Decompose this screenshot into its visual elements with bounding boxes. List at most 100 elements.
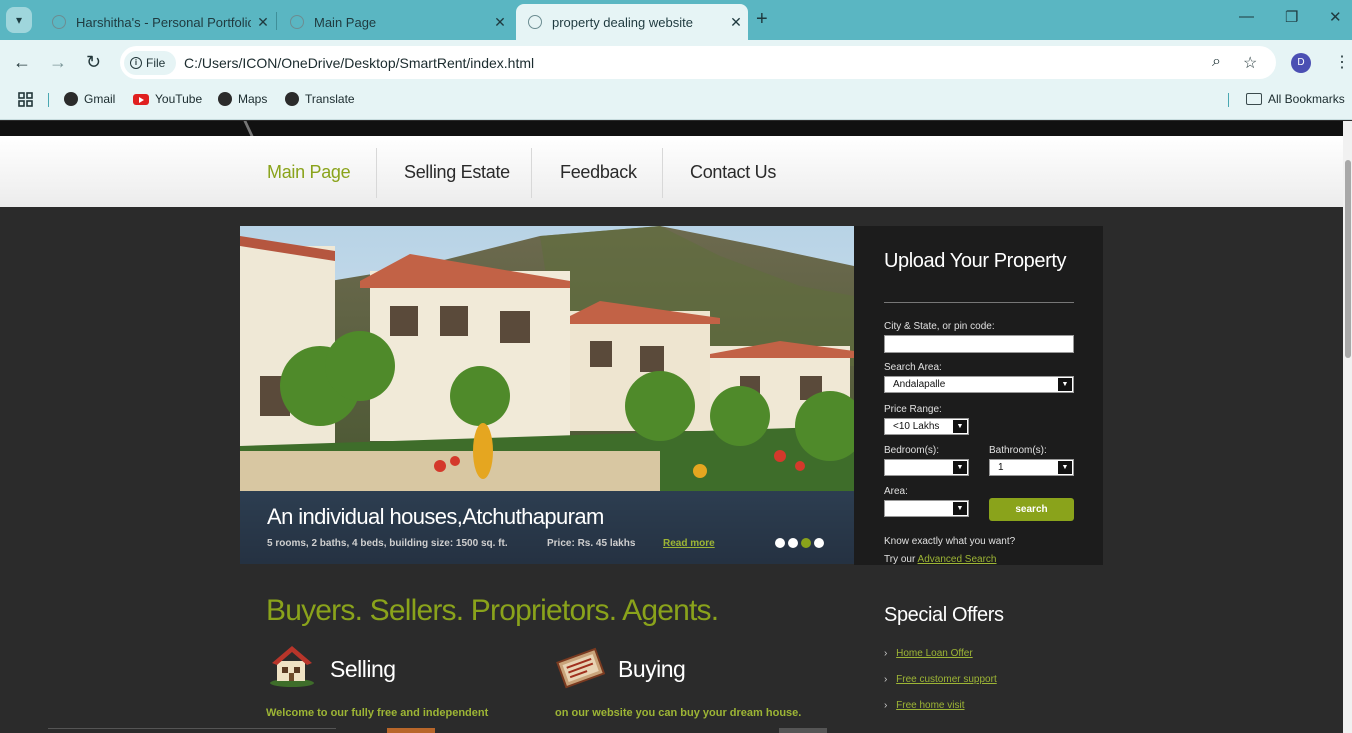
site-nav: Main Page Selling Estate Feedback Contac… (0, 136, 1343, 207)
offer-customer-support-link[interactable]: Free customer support (896, 674, 997, 685)
chevron-down-icon: ▼ (953, 502, 967, 515)
star-icon[interactable]: ☆ (1243, 53, 1257, 73)
chevron-down-icon: ▼ (1058, 461, 1072, 474)
scrollbar-thumb[interactable] (1345, 160, 1351, 358)
chevron-down-icon: ▼ (1058, 378, 1072, 391)
slide-dot[interactable] (814, 538, 824, 548)
slide-caption: An individual houses,Atchuthapuram 5 roo… (240, 491, 854, 564)
nav-main-page[interactable]: Main Page (267, 162, 351, 183)
globe-icon (64, 92, 78, 106)
chevron-right-icon: › (884, 700, 888, 711)
advanced-search-link[interactable]: Advanced Search (918, 554, 997, 565)
city-input[interactable] (884, 335, 1074, 353)
youtube-icon (133, 93, 149, 105)
apps-icon[interactable] (18, 92, 33, 107)
menu-icon[interactable]: ⋮ (1334, 52, 1350, 72)
buying-title: Buying (618, 656, 686, 682)
tab-title: Harshitha's - Personal Portfolio (76, 14, 251, 30)
site-info-chip[interactable]: i File (124, 51, 176, 75)
offer-item: › Free customer support (884, 674, 997, 685)
nav-selling-estate[interactable]: Selling Estate (404, 162, 510, 183)
search-area-label: Search Area: (884, 362, 942, 373)
price-range-label: Price Range: (884, 404, 942, 415)
tab-divider (276, 12, 277, 30)
back-button[interactable]: ← (13, 52, 31, 73)
bookmarks-bar (0, 86, 1352, 120)
tab-title: property dealing website (552, 14, 693, 30)
minimize-button[interactable]: — (1239, 8, 1254, 25)
tab-title: Main Page (314, 14, 377, 30)
bookmark-divider (48, 93, 49, 107)
file-label: File (146, 56, 166, 70)
tab-main-page[interactable]: Main Page ✕ (278, 4, 512, 40)
zoom-icon[interactable]: ⌕ (1212, 53, 1221, 71)
chevron-down-icon: ▼ (953, 461, 967, 474)
bookmark-youtube[interactable]: YouTube (133, 92, 202, 106)
bookmark-translate[interactable]: Translate (285, 92, 355, 106)
nav-divider (531, 148, 532, 198)
chevron-right-icon: › (884, 674, 888, 685)
offer-item: › Free home visit (884, 700, 964, 711)
footer-fragment (779, 728, 827, 733)
tab-property-dealing[interactable]: property dealing website ✕ (516, 4, 748, 40)
offer-home-visit-link[interactable]: Free home visit (896, 700, 964, 711)
house-icon (270, 646, 314, 687)
folder-icon (1246, 93, 1262, 105)
featured-slider[interactable]: An individual houses,Atchuthapuram 5 roo… (240, 226, 854, 564)
nav-contact-us[interactable]: Contact Us (690, 162, 776, 183)
globe-icon (528, 15, 542, 29)
select-value: <10 Lakhs (893, 421, 940, 432)
close-icon[interactable]: ✕ (724, 14, 748, 31)
area-label: Area: (884, 486, 908, 497)
bookmark-divider (1228, 93, 1229, 107)
slide-title: An individual houses,Atchuthapuram (267, 504, 604, 529)
try-label: Try our (884, 554, 916, 565)
profile-avatar[interactable]: D (1291, 53, 1311, 73)
bookmark-gmail[interactable]: Gmail (64, 92, 115, 106)
chevron-down-icon: ▼ (953, 420, 967, 433)
search-button[interactable]: search (989, 498, 1074, 521)
new-tab-button[interactable]: + (756, 8, 768, 31)
read-more-link[interactable]: Read more (663, 538, 715, 549)
select-value: Andalapalle (893, 379, 946, 390)
url-text[interactable]: C:/Users/ICON/OneDrive/Desktop/SmartRent… (184, 55, 534, 71)
globe-icon (52, 15, 66, 29)
price-range-select[interactable]: <10 Lakhs ▼ (884, 418, 969, 435)
close-window-button[interactable]: ✕ (1329, 8, 1342, 26)
nav-divider (662, 148, 663, 198)
bathroom-select[interactable]: 1 ▼ (989, 459, 1074, 476)
bookmark-label: Translate (305, 92, 355, 106)
close-icon[interactable]: ✕ (488, 14, 512, 31)
documents-icon (556, 647, 606, 689)
bedroom-select[interactable]: ▼ (884, 459, 969, 476)
all-bookmarks-label: All Bookmarks (1268, 92, 1345, 106)
slide-dot[interactable] (788, 538, 798, 548)
tab-portfolio[interactable]: Harshitha's - Personal Portfolio ✕ (40, 4, 275, 40)
slide-pagination (775, 538, 824, 548)
upload-title: Upload Your Property (884, 250, 1067, 272)
area-select[interactable]: ▼ (884, 500, 969, 517)
slide-price: Price: Rs. 45 lakhs (547, 538, 636, 549)
bookmark-maps[interactable]: Maps (218, 92, 267, 106)
upload-property-panel: Upload Your Property City & State, or pi… (854, 226, 1103, 565)
restore-button[interactable]: ❐ (1285, 8, 1298, 26)
city-label: City & State, or pin code: (884, 321, 995, 332)
slide-dot[interactable] (775, 538, 785, 548)
try-text: Try our Advanced Search (884, 554, 997, 565)
search-area-select[interactable]: Andalapalle ▼ (884, 376, 1074, 393)
all-bookmarks[interactable]: All Bookmarks (1246, 92, 1345, 106)
nav-divider (376, 148, 377, 198)
know-text: Know exactly what you want? (884, 536, 1016, 547)
bookmark-label: Gmail (84, 92, 116, 106)
globe-icon (285, 92, 299, 106)
bookmark-label: YouTube (155, 92, 203, 106)
tab-search-button[interactable]: ▾ (6, 7, 32, 33)
reload-button[interactable]: ↻ (86, 52, 101, 73)
close-icon[interactable]: ✕ (251, 14, 275, 31)
buying-text: on our website you can buy your dream ho… (555, 707, 802, 719)
nav-feedback[interactable]: Feedback (560, 162, 637, 183)
offer-home-loan-link[interactable]: Home Loan Offer (896, 648, 973, 659)
slide-dot-active[interactable] (801, 538, 811, 548)
bookmark-label: Maps (238, 92, 268, 106)
forward-button[interactable]: → (49, 52, 67, 73)
